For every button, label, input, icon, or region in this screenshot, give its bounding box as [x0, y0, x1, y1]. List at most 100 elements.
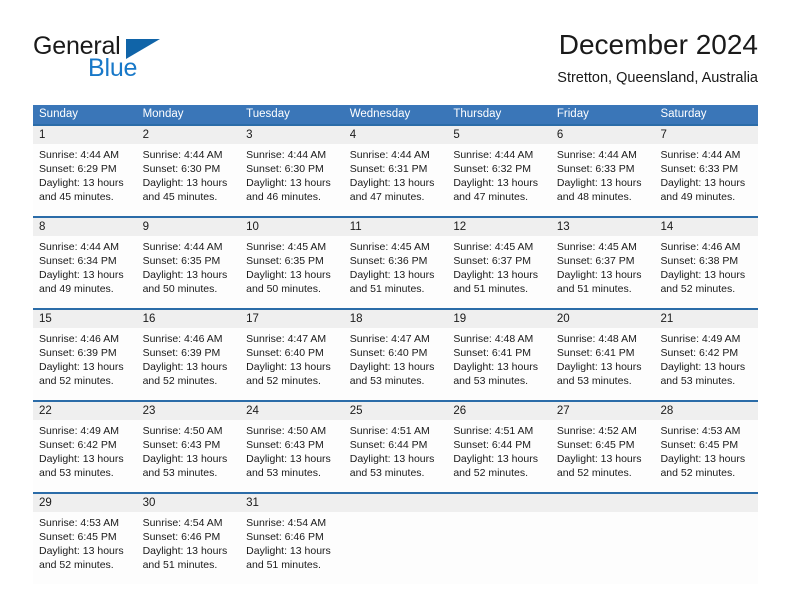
- day-number[interactable]: 23: [137, 402, 241, 420]
- page-header: General Blue December 2024 Stretton, Que…: [33, 28, 758, 96]
- day-number[interactable]: 30: [137, 494, 241, 512]
- day-number[interactable]: 16: [137, 310, 241, 328]
- day-cell[interactable]: Sunrise: 4:45 AM Sunset: 6:36 PM Dayligh…: [344, 236, 448, 308]
- daylight-text-line1: Daylight: 13 hours: [453, 361, 538, 373]
- sunrise-text: Sunrise: 4:45 AM: [453, 241, 534, 253]
- sunrise-text: Sunrise: 4:44 AM: [349, 149, 430, 161]
- daylight-text-line2: and 50 minutes.: [246, 283, 321, 295]
- day-cell[interactable]: Sunrise: 4:44 AM Sunset: 6:29 PM Dayligh…: [33, 144, 137, 216]
- day-number[interactable]: 28: [654, 402, 758, 420]
- day-number[interactable]: 26: [447, 402, 551, 420]
- day-number[interactable]: 12: [447, 218, 551, 236]
- day-cell[interactable]: Sunrise: 4:47 AM Sunset: 6:40 PM Dayligh…: [240, 328, 344, 400]
- day-number[interactable]: 13: [551, 218, 655, 236]
- day-number[interactable]: 18: [344, 310, 448, 328]
- sunset-text: Sunset: 6:44 PM: [453, 439, 531, 451]
- day-number[interactable]: 4: [344, 126, 448, 144]
- day-cell[interactable]: Sunrise: 4:44 AM Sunset: 6:30 PM Dayligh…: [240, 144, 344, 216]
- day-cell[interactable]: Sunrise: 4:44 AM Sunset: 6:31 PM Dayligh…: [344, 144, 448, 216]
- weekday-header-saturday: Saturday: [660, 108, 707, 120]
- day-cell[interactable]: Sunrise: 4:48 AM Sunset: 6:41 PM Dayligh…: [551, 328, 655, 400]
- daylight-text-line2: and 52 minutes.: [660, 283, 736, 295]
- sunrise-text: Sunrise: 4:50 AM: [142, 425, 223, 437]
- day-number[interactable]: 25: [344, 402, 448, 420]
- daylight-text-line2: and 52 minutes.: [660, 467, 736, 479]
- sunset-text: Sunset: 6:34 PM: [39, 255, 117, 267]
- day-cell[interactable]: Sunrise: 4:50 AM Sunset: 6:43 PM Dayligh…: [240, 420, 344, 492]
- day-number[interactable]: 6: [551, 126, 655, 144]
- day-cell[interactable]: Sunrise: 4:53 AM Sunset: 6:45 PM Dayligh…: [33, 512, 137, 584]
- day-cell[interactable]: Sunrise: 4:44 AM Sunset: 6:30 PM Dayligh…: [137, 144, 241, 216]
- day-number[interactable]: 2: [137, 126, 241, 144]
- day-cell[interactable]: Sunrise: 4:45 AM Sunset: 6:35 PM Dayligh…: [240, 236, 344, 308]
- day-number[interactable]: 10: [240, 218, 344, 236]
- day-number[interactable]: 14: [654, 218, 758, 236]
- day-number[interactable]: 15: [33, 310, 137, 328]
- day-number[interactable]: 20: [551, 310, 655, 328]
- week-daynumber-row: 29 30 31: [33, 494, 758, 512]
- week-daynumber-row: 15 16 17 18 19 20 21: [33, 310, 758, 328]
- sunset-text: Sunset: 6:46 PM: [246, 531, 324, 543]
- day-cell[interactable]: Sunrise: 4:45 AM Sunset: 6:37 PM Dayligh…: [447, 236, 551, 308]
- day-cell[interactable]: Sunrise: 4:51 AM Sunset: 6:44 PM Dayligh…: [344, 420, 448, 492]
- daylight-text-line2: and 52 minutes.: [39, 559, 114, 571]
- day-number[interactable]: 31: [240, 494, 344, 512]
- general-blue-logo[interactable]: General Blue: [33, 32, 233, 88]
- sunrise-text: Sunrise: 4:52 AM: [556, 425, 637, 437]
- daylight-text-line2: and 50 minutes.: [142, 283, 218, 295]
- daylight-text-line2: and 52 minutes.: [246, 375, 321, 387]
- day-cell[interactable]: Sunrise: 4:49 AM Sunset: 6:42 PM Dayligh…: [33, 420, 137, 492]
- day-number[interactable]: 5: [447, 126, 551, 144]
- day-cell[interactable]: Sunrise: 4:46 AM Sunset: 6:39 PM Dayligh…: [33, 328, 137, 400]
- week-info-row: Sunrise: 4:46 AM Sunset: 6:39 PM Dayligh…: [33, 328, 758, 400]
- day-cell[interactable]: Sunrise: 4:46 AM Sunset: 6:38 PM Dayligh…: [654, 236, 758, 308]
- day-number[interactable]: 8: [33, 218, 137, 236]
- sunset-text: Sunset: 6:41 PM: [556, 347, 635, 359]
- day-cell[interactable]: Sunrise: 4:45 AM Sunset: 6:37 PM Dayligh…: [551, 236, 655, 308]
- day-cell[interactable]: Sunrise: 4:44 AM Sunset: 6:33 PM Dayligh…: [654, 144, 758, 216]
- sunset-text: Sunset: 6:40 PM: [349, 347, 428, 359]
- day-number[interactable]: 1: [33, 126, 137, 144]
- day-number[interactable]: 19: [447, 310, 551, 328]
- sunrise-text: Sunrise: 4:44 AM: [142, 241, 223, 253]
- day-cell[interactable]: Sunrise: 4:47 AM Sunset: 6:40 PM Dayligh…: [344, 328, 448, 400]
- day-cell[interactable]: Sunrise: 4:44 AM Sunset: 6:34 PM Dayligh…: [33, 236, 137, 308]
- title-block: December 2024 Stretton, Queensland, Aust…: [557, 28, 758, 88]
- day-number[interactable]: 21: [654, 310, 758, 328]
- day-number[interactable]: 17: [240, 310, 344, 328]
- daylight-text-line2: and 53 minutes.: [349, 467, 425, 479]
- day-cell[interactable]: Sunrise: 4:44 AM Sunset: 6:32 PM Dayligh…: [447, 144, 551, 216]
- day-number[interactable]: 11: [344, 218, 448, 236]
- day-number[interactable]: 29: [33, 494, 137, 512]
- daylight-text-line1: Daylight: 13 hours: [246, 545, 331, 557]
- day-cell[interactable]: Sunrise: 4:44 AM Sunset: 6:35 PM Dayligh…: [137, 236, 241, 308]
- sunset-text: Sunset: 6:42 PM: [39, 439, 117, 451]
- sunrise-text: Sunrise: 4:46 AM: [660, 241, 741, 253]
- sunrise-text: Sunrise: 4:47 AM: [246, 333, 327, 345]
- calendar-page: General Blue December 2024 Stretton, Que…: [0, 0, 792, 612]
- day-number[interactable]: 22: [33, 402, 137, 420]
- day-cell[interactable]: Sunrise: 4:51 AM Sunset: 6:44 PM Dayligh…: [447, 420, 551, 492]
- day-cell[interactable]: Sunrise: 4:44 AM Sunset: 6:33 PM Dayligh…: [551, 144, 655, 216]
- day-cell[interactable]: Sunrise: 4:54 AM Sunset: 6:46 PM Dayligh…: [137, 512, 241, 584]
- day-number[interactable]: 7: [654, 126, 758, 144]
- day-number[interactable]: 27: [551, 402, 655, 420]
- sunset-text: Sunset: 6:42 PM: [660, 347, 739, 359]
- day-cell[interactable]: Sunrise: 4:52 AM Sunset: 6:45 PM Dayligh…: [551, 420, 655, 492]
- day-cell[interactable]: Sunrise: 4:54 AM Sunset: 6:46 PM Dayligh…: [240, 512, 344, 584]
- sunrise-text: Sunrise: 4:44 AM: [453, 149, 534, 161]
- sunset-text: Sunset: 6:44 PM: [349, 439, 428, 451]
- day-number[interactable]: 3: [240, 126, 344, 144]
- day-cell[interactable]: Sunrise: 4:49 AM Sunset: 6:42 PM Dayligh…: [654, 328, 758, 400]
- sunset-text: Sunset: 6:40 PM: [246, 347, 324, 359]
- sunrise-text: Sunrise: 4:44 AM: [556, 149, 637, 161]
- day-number[interactable]: 9: [137, 218, 241, 236]
- day-cell[interactable]: Sunrise: 4:46 AM Sunset: 6:39 PM Dayligh…: [137, 328, 241, 400]
- day-number[interactable]: 24: [240, 402, 344, 420]
- day-cell[interactable]: Sunrise: 4:48 AM Sunset: 6:41 PM Dayligh…: [447, 328, 551, 400]
- sunset-text: Sunset: 6:45 PM: [556, 439, 635, 451]
- day-cell[interactable]: Sunrise: 4:53 AM Sunset: 6:45 PM Dayligh…: [654, 420, 758, 492]
- day-cell[interactable]: Sunrise: 4:50 AM Sunset: 6:43 PM Dayligh…: [137, 420, 241, 492]
- daylight-text-line1: Daylight: 13 hours: [142, 361, 228, 373]
- sunset-text: Sunset: 6:41 PM: [453, 347, 531, 359]
